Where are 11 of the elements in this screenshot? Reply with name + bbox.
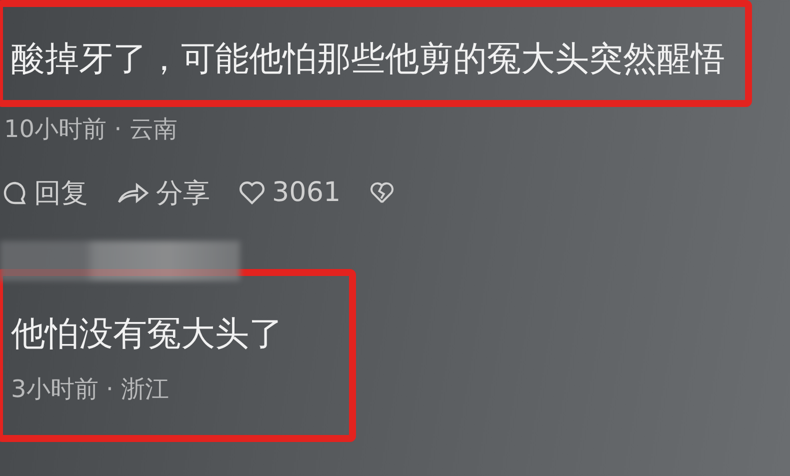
comment-meta: 3小时前 · 浙江 — [11, 374, 170, 405]
like-button[interactable]: 3061 — [238, 177, 341, 208]
comment-text: 他怕没有冤大头了 — [11, 314, 284, 355]
comment-text: 酸掉牙了，可能他怕那些他剪的冤大头突然醒悟 — [11, 39, 725, 80]
share-button[interactable]: 分享 — [116, 174, 210, 211]
reply-button[interactable]: 回复 — [2, 174, 88, 211]
chat-bubble-icon — [2, 180, 28, 206]
dislike-button[interactable] — [368, 180, 395, 205]
heart-icon — [238, 180, 266, 206]
comment-meta: 10小时前 · 云南 — [3, 114, 178, 145]
broken-heart-icon — [368, 180, 395, 205]
